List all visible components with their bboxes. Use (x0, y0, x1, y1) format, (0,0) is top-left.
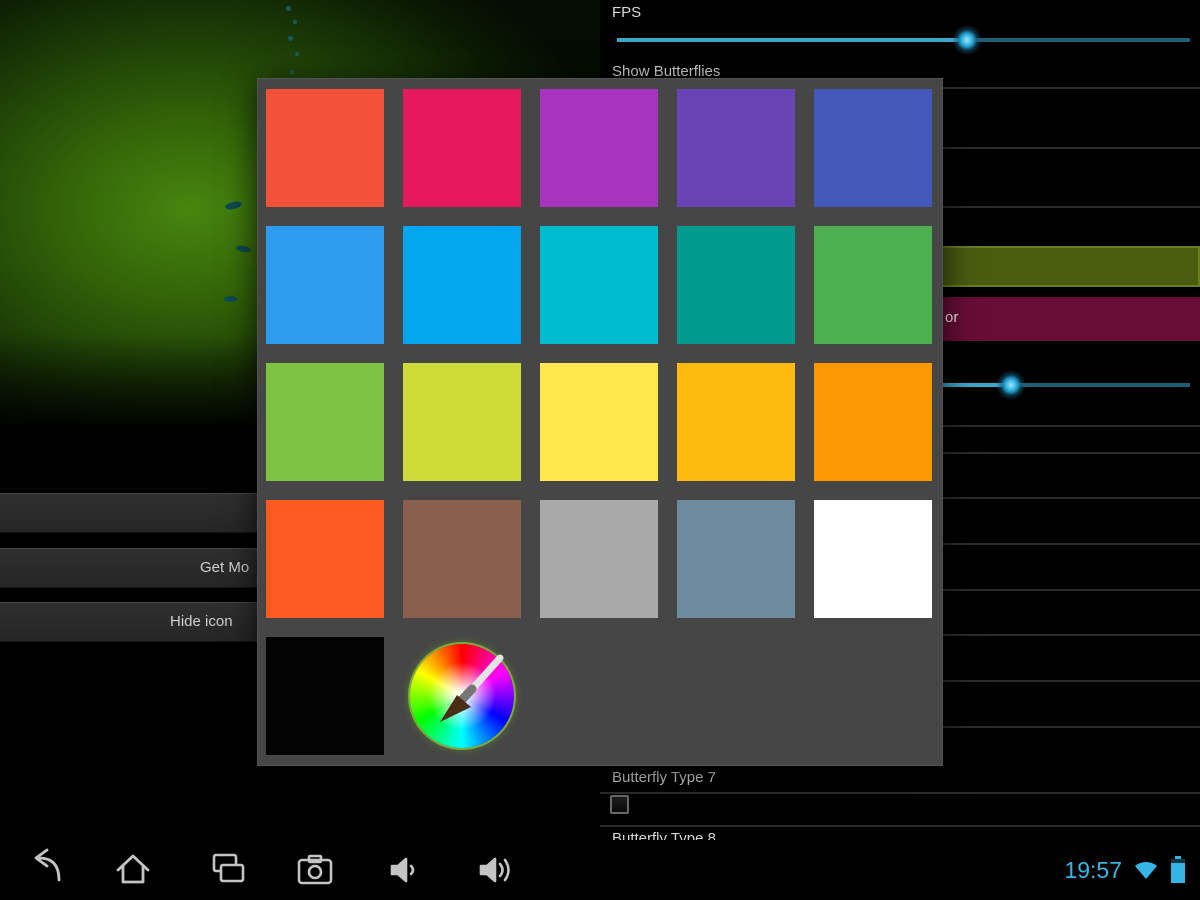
color-swatch-20[interactable] (266, 637, 384, 755)
color-swatch-5[interactable] (266, 226, 384, 344)
background-button[interactable] (0, 493, 282, 533)
recents-icon (206, 848, 250, 892)
butterfly-sprite (236, 245, 252, 254)
get-more-button-label: Get Mo (200, 549, 249, 587)
color-swatch-6[interactable] (403, 226, 521, 344)
bubble-sprite (286, 6, 291, 11)
color-swatch-0[interactable] (266, 89, 384, 207)
color-swatch-2[interactable] (540, 89, 658, 207)
color-swatch-4[interactable] (814, 89, 932, 207)
butterfly-sprite (224, 296, 237, 302)
butterfly-type7-label: Butterfly Type 7 (612, 769, 716, 786)
color-swatch-7[interactable] (540, 226, 658, 344)
hide-icon-button[interactable]: Hide icon (0, 602, 282, 642)
home-icon (111, 848, 155, 892)
bubble-sprite (288, 36, 293, 41)
screenshot-icon (293, 848, 337, 892)
color-swatch-18[interactable] (677, 500, 795, 618)
color-swatch-19[interactable] (814, 500, 932, 618)
volume-up-button[interactable] (473, 848, 517, 892)
status-cluster: 19:57 (1064, 840, 1186, 900)
volume-up-icon (473, 848, 517, 892)
butterfly-sprite (224, 200, 242, 211)
home-button[interactable] (111, 848, 155, 892)
wifi-icon (1132, 858, 1160, 882)
bubble-sprite (295, 52, 299, 56)
paintbrush-icon (410, 644, 514, 748)
fps-slider[interactable] (617, 26, 1190, 54)
get-more-button[interactable]: Get Mo (0, 548, 282, 588)
color-swatch-11[interactable] (403, 363, 521, 481)
color-grid (258, 79, 942, 765)
divider (600, 792, 1200, 794)
bubble-sprite (293, 20, 297, 24)
color-swatch-3[interactable] (677, 89, 795, 207)
recents-button[interactable] (206, 848, 250, 892)
color-swatch-9[interactable] (814, 226, 932, 344)
screen: FPS Show Butterflies or Butterfly Type 7 (0, 0, 1200, 900)
volume-down-icon (383, 848, 427, 892)
back-button[interactable] (23, 848, 67, 892)
color-swatch-10[interactable] (266, 363, 384, 481)
divider (600, 825, 1200, 827)
clock: 19:57 (1064, 857, 1122, 884)
color-swatch-12[interactable] (540, 363, 658, 481)
bubble-sprite (290, 70, 294, 74)
hide-icon-button-label: Hide icon (170, 603, 233, 641)
fps-slider-thumb[interactable] (952, 25, 982, 55)
color-swatch-15[interactable] (266, 500, 384, 618)
color-swatch-13[interactable] (677, 363, 795, 481)
butterfly-type7-checkbox[interactable] (610, 795, 629, 814)
fps-slider-fill (617, 38, 967, 42)
color-swatch-16[interactable] (403, 500, 521, 618)
navigation-bar: 19:57 (0, 840, 1200, 900)
butterfly-color-label-fragment: or (945, 309, 958, 326)
color-swatch-14[interactable] (814, 363, 932, 481)
color-swatch-8[interactable] (677, 226, 795, 344)
color-swatch-17[interactable] (540, 500, 658, 618)
fps-label: FPS (612, 4, 641, 21)
volume-down-button[interactable] (383, 848, 427, 892)
battery-icon (1170, 856, 1186, 884)
screenshot-button[interactable] (293, 848, 337, 892)
color-wheel-icon[interactable] (410, 644, 514, 748)
back-icon (23, 848, 67, 892)
size-slider-thumb[interactable] (996, 370, 1026, 400)
custom-color-cell[interactable] (403, 637, 521, 755)
color-picker-dialog (257, 78, 943, 766)
color-swatch-1[interactable] (403, 89, 521, 207)
